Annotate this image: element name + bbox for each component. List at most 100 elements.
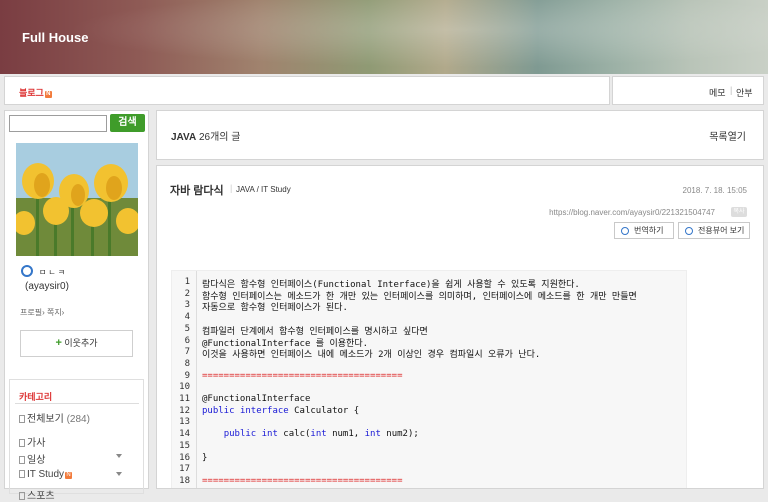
translate-button[interactable]: 번역하기: [614, 222, 674, 239]
code-keyword: int: [261, 429, 278, 440]
code-line: public int calc(int num1, int num2);: [202, 429, 419, 439]
code-line: }: [202, 452, 208, 463]
copy-url-button[interactable]: 복사: [731, 207, 747, 217]
post-count: 26개의 글: [198, 132, 241, 143]
line-number: 18: [179, 475, 190, 486]
banner-shade: [0, 0, 768, 74]
document-icon: [19, 456, 25, 464]
line-number: 6: [184, 335, 190, 346]
category-item-all[interactable]: 전체보기 (284): [19, 410, 90, 425]
document-icon: [19, 415, 25, 423]
code-line-separator: =====================================: [202, 370, 403, 381]
code-keyword: int: [310, 429, 327, 440]
line-number: 16: [179, 452, 190, 463]
code-line: 이것을 사용하면 인터페이스 내에 메소드가 2개 이상인 경우 컴파일시 오류…: [202, 350, 541, 361]
category-name: JAVA: [171, 132, 197, 143]
line-number: 14: [179, 429, 190, 440]
viewer-button[interactable]: 전용뷰어 보기: [678, 222, 750, 239]
nav-separator: |: [730, 85, 733, 95]
add-neighbor-label: 이웃추가: [64, 338, 98, 348]
category-count: (284): [66, 414, 90, 425]
line-number: 11: [179, 394, 190, 404]
blog-title[interactable]: Full House: [22, 30, 88, 45]
code-text: Calculator {: [288, 405, 360, 416]
category-heading: JAVA 26개의 글: [171, 128, 241, 143]
add-neighbor-button[interactable]: + 이웃추가: [20, 330, 133, 357]
blog-nickname: ㅁㄴㅋ: [39, 268, 68, 277]
plus-icon: +: [55, 337, 62, 349]
title-separator: |: [230, 183, 233, 193]
viewer-label: 전용뷰어 보기: [698, 226, 745, 235]
code-block: 1 2 3 4 5 6 7 8 9 10 11 12 13 14 15 16 1…: [171, 270, 687, 488]
category-item-sports[interactable]: 스포츠: [19, 487, 55, 502]
memo-link[interactable]: 메모: [709, 86, 726, 99]
category-label: 전체보기: [27, 414, 64, 425]
code-keyword: public: [223, 429, 257, 440]
post-title: 자바 람다식: [170, 185, 224, 197]
category-item-daily[interactable]: 일상: [19, 451, 122, 466]
code-gutter-divider: [196, 271, 197, 488]
category-label: 일상: [27, 455, 46, 466]
code-keyword: public: [202, 405, 235, 416]
line-number: 1: [184, 277, 190, 287]
code-line-separator: =====================================: [202, 475, 403, 486]
chevron-down-icon[interactable]: [116, 454, 122, 458]
globe-icon: [621, 227, 629, 235]
category-title: 카테고리: [19, 392, 53, 402]
post-url[interactable]: https://blog.naver.com/ayaysir0/22132150…: [549, 208, 715, 217]
line-number: 13: [179, 417, 190, 428]
category-item-it-study[interactable]: IT Study N: [19, 469, 122, 480]
line-number: 5: [184, 323, 190, 334]
tulip-photo: [16, 143, 138, 256]
profile-photo[interactable]: [16, 143, 138, 256]
code-text: num2);: [380, 429, 419, 440]
blog-nav-bar: 블로그 N: [4, 76, 610, 105]
sidebar: 검색 ㅁㄴㅋ (ayaysir0) 프로필› 쪽지› + 이웃추가 카테고리 전…: [4, 110, 149, 502]
search-button[interactable]: 검색: [110, 114, 145, 132]
category-header: JAVA 26개의 글 목록열기: [156, 110, 764, 160]
post-date: 2018. 7. 18. 15:05: [682, 186, 748, 195]
document-icon: [19, 492, 25, 500]
search-icon: [685, 227, 693, 235]
document-icon: [19, 470, 25, 478]
translate-label: 번역하기: [634, 226, 664, 235]
nav-blog-label: 블로그: [19, 88, 44, 98]
profile-status-icon: [21, 265, 33, 277]
category-label: IT Study: [27, 469, 65, 480]
blog-username: (ayaysir0): [25, 281, 69, 292]
line-number: 10: [179, 382, 190, 393]
line-number: 7: [184, 347, 190, 358]
code-text: calc(: [277, 429, 311, 440]
profile-links[interactable]: 프로필› 쪽지›: [20, 307, 64, 318]
category-label: 가사: [27, 438, 46, 449]
code-keyword: interface: [239, 405, 289, 416]
code-line: 자동으로 함수형 인터페이스가 된다.: [202, 303, 348, 314]
nav-blog-link[interactable]: 블로그 N: [19, 86, 52, 99]
line-number: 15: [179, 440, 190, 451]
code-line: public interface Calculator {: [202, 406, 359, 416]
category-label: 스포츠: [27, 491, 55, 502]
category-box: 카테고리 전체보기 (284) 가사 일상 IT Study N 스포츠: [9, 379, 144, 502]
line-number: 12: [179, 405, 190, 416]
toggle-list-button[interactable]: 목록열기: [709, 128, 746, 143]
chevron-down-icon[interactable]: [116, 472, 122, 476]
line-number: 17: [179, 464, 190, 475]
code-line: @FunctionalInterface: [202, 394, 311, 404]
line-number: 8: [184, 358, 190, 369]
new-badge: N: [65, 472, 73, 479]
line-number: 9: [184, 370, 190, 381]
blog-banner: Full House: [0, 0, 768, 74]
guestbook-link[interactable]: 안부: [736, 86, 753, 99]
line-number: 2: [184, 288, 190, 299]
post-container: 자바 람다식 | JAVA / IT Study 2018. 7. 18. 15…: [156, 165, 764, 489]
code-text: num1,: [326, 429, 365, 440]
code-keyword: int: [364, 429, 381, 440]
new-badge: N: [44, 91, 52, 98]
category-item-lyrics[interactable]: 가사: [19, 434, 45, 449]
line-number: 3: [184, 300, 190, 311]
post-category-link[interactable]: JAVA / IT Study: [236, 185, 291, 194]
divider: [15, 403, 139, 404]
document-icon: [19, 439, 25, 447]
nav-right-bar: 메모 | 안부: [612, 76, 764, 105]
search-input[interactable]: [9, 115, 107, 132]
